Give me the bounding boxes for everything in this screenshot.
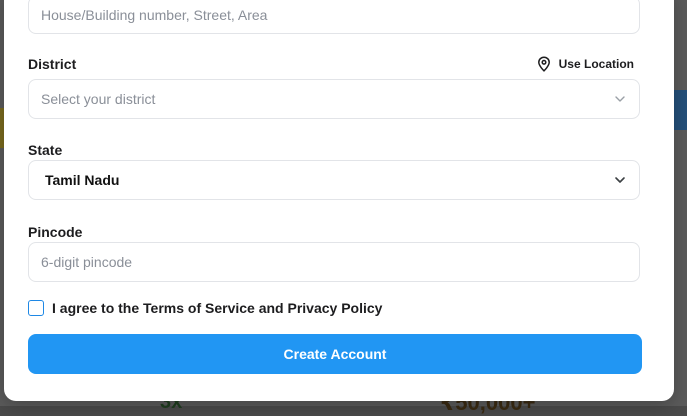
use-location-label: Use Location	[558, 57, 634, 71]
chevron-down-icon	[615, 96, 625, 102]
map-pin-icon	[537, 56, 550, 72]
district-select[interactable]: Select your district	[28, 79, 640, 119]
signup-modal: House/Building number, Street, Area Dist…	[4, 0, 674, 401]
chevron-down-icon	[615, 177, 625, 183]
pincode-label: Pincode	[28, 224, 83, 240]
terms-checkbox[interactable]	[28, 300, 44, 316]
state-label: State	[28, 142, 63, 158]
district-label: District	[28, 56, 77, 72]
terms-label: I agree to the Terms of Service and Priv…	[52, 300, 383, 316]
state-select[interactable]: Tamil Nadu	[28, 160, 640, 200]
terms-row: I agree to the Terms of Service and Priv…	[28, 300, 382, 316]
state-value: Tamil Nadu	[45, 172, 120, 188]
use-location-button[interactable]: Use Location	[537, 56, 634, 72]
pincode-input[interactable]: 6-digit pincode	[28, 242, 640, 282]
pincode-placeholder: 6-digit pincode	[41, 254, 133, 270]
address-placeholder: House/Building number, Street, Area	[41, 7, 268, 23]
address-input[interactable]: House/Building number, Street, Area	[28, 0, 640, 34]
district-placeholder: Select your district	[41, 91, 156, 107]
create-account-button[interactable]: Create Account	[28, 334, 642, 374]
